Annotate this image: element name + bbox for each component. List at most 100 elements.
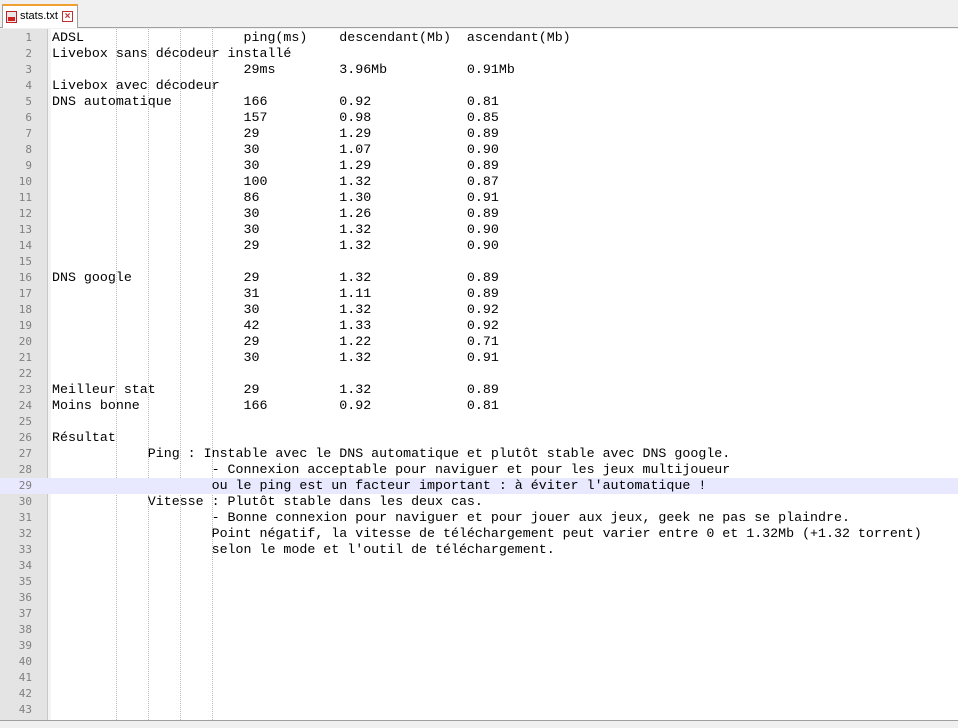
line-number: 10 [18, 175, 32, 188]
line-number: 38 [18, 623, 32, 636]
line-text: selon le mode et l'outil de téléchargeme… [52, 542, 555, 557]
line-number: 42 [18, 687, 32, 700]
editor-line[interactable]: 10 100 1.32 0.87 [0, 174, 958, 190]
editor-line[interactable]: 11 86 1.30 0.91 [0, 190, 958, 206]
editor-line[interactable]: 26 Résultat [0, 430, 958, 446]
line-number: 20 [18, 335, 32, 348]
editor-line[interactable]: 17 31 1.11 0.89 [0, 286, 958, 302]
editor-line[interactable]: 23 Meilleur stat 29 1.32 0.89 [0, 382, 958, 398]
editor-line[interactable]: 41 [0, 670, 958, 686]
line-number: 1 [25, 31, 32, 44]
editor-line[interactable]: 4 Livebox avec décodeur [0, 78, 958, 94]
line-number: 6 [25, 111, 32, 124]
editor-line[interactable]: 2 Livebox sans décodeur installé [0, 46, 958, 62]
line-number: 16 [18, 271, 32, 284]
line-number: 28 [18, 463, 32, 476]
line-text: Vitesse : Plutôt stable dans les deux ca… [52, 494, 483, 509]
editor-line[interactable]: 25 [0, 414, 958, 430]
editor-line[interactable]: 16 DNS google 29 1.32 0.89 [0, 270, 958, 286]
editor-line[interactable]: 24 Moins bonne 166 0.92 0.81 [0, 398, 958, 414]
editor-line[interactable]: 6 157 0.98 0.85 [0, 110, 958, 126]
line-number: 3 [25, 63, 32, 76]
line-number: 12 [18, 207, 32, 220]
editor-line[interactable]: 14 29 1.32 0.90 [0, 238, 958, 254]
line-text: DNS google 29 1.32 0.89 [52, 270, 499, 285]
editor-line[interactable]: 5 DNS automatique 166 0.92 0.81 [0, 94, 958, 110]
line-number: 31 [18, 511, 32, 524]
editor-line[interactable]: 20 29 1.22 0.71 [0, 334, 958, 350]
line-text: 30 1.32 0.92 [52, 302, 499, 317]
editor-line[interactable]: 29 ou le ping est un facteur important :… [0, 478, 958, 494]
editor-line[interactable]: 9 30 1.29 0.89 [0, 158, 958, 174]
editor-line[interactable]: 19 42 1.33 0.92 [0, 318, 958, 334]
editor-line[interactable]: 12 30 1.26 0.89 [0, 206, 958, 222]
line-number: 36 [18, 591, 32, 604]
editor-line[interactable]: 15 [0, 254, 958, 270]
line-number: 35 [18, 575, 32, 588]
line-text: 29 1.29 0.89 [52, 126, 499, 141]
line-number: 8 [25, 143, 32, 156]
editor-line[interactable]: 32 Point négatif, la vitesse de téléchar… [0, 526, 958, 542]
editor-line[interactable]: 39 [0, 638, 958, 654]
line-number: 9 [25, 159, 32, 172]
line-number: 11 [18, 191, 32, 204]
line-number: 14 [18, 239, 32, 252]
line-number: 17 [18, 287, 32, 300]
line-number: 34 [18, 559, 32, 572]
line-text: Livebox avec décodeur [52, 78, 220, 93]
editor-line[interactable]: 22 [0, 366, 958, 382]
line-text: Ping : Instable avec le DNS automatique … [52, 446, 731, 461]
line-number: 43 [18, 703, 32, 716]
editor-line[interactable]: 34 [0, 558, 958, 574]
line-text: 30 1.26 0.89 [52, 206, 499, 221]
line-text: 29ms 3.96Mb 0.91Mb [52, 62, 515, 77]
editor-line[interactable]: 7 29 1.29 0.89 [0, 126, 958, 142]
line-text: 30 1.32 0.91 [52, 350, 499, 365]
editor-line[interactable]: 43 [0, 702, 958, 718]
close-icon[interactable]: × [62, 11, 73, 22]
line-text: 86 1.30 0.91 [52, 190, 499, 205]
line-number: 40 [18, 655, 32, 668]
editor-line[interactable]: 36 [0, 590, 958, 606]
line-text: 30 1.07 0.90 [52, 142, 499, 157]
line-number: 26 [18, 431, 32, 444]
line-number: 15 [18, 255, 32, 268]
editor-line[interactable]: 33 selon le mode et l'outil de télécharg… [0, 542, 958, 558]
editor-line[interactable]: 1 ADSL ping(ms) descendant(Mb) ascendant(… [0, 30, 958, 46]
editor-line[interactable]: 35 [0, 574, 958, 590]
line-text: Résultat [52, 430, 116, 445]
editor-line[interactable]: 31 - Bonne connexion pour naviguer et po… [0, 510, 958, 526]
line-number: 27 [18, 447, 32, 460]
line-text: - Connexion acceptable pour naviguer et … [52, 462, 731, 477]
line-number: 29 [18, 479, 32, 492]
editor-line[interactable]: 3 29ms 3.96Mb 0.91Mb [0, 62, 958, 78]
editor-line[interactable]: 8 30 1.07 0.90 [0, 142, 958, 158]
line-text: Moins bonne 166 0.92 0.81 [52, 398, 499, 413]
editor-line[interactable]: 21 30 1.32 0.91 [0, 350, 958, 366]
line-number: 41 [18, 671, 32, 684]
text-editor[interactable]: 1 ADSL ping(ms) descendant(Mb) ascendant(… [0, 29, 958, 720]
line-number: 30 [18, 495, 32, 508]
editor-line[interactable]: 40 [0, 654, 958, 670]
editor-line[interactable]: 42 [0, 686, 958, 702]
editor-line[interactable]: 28 - Connexion acceptable pour naviguer … [0, 462, 958, 478]
editor-line[interactable]: 13 30 1.32 0.90 [0, 222, 958, 238]
editor-line[interactable]: 30 Vitesse : Plutôt stable dans les deux… [0, 494, 958, 510]
tab-label: stats.txt [20, 10, 58, 22]
tab-stats-txt[interactable]: stats.txt × [2, 4, 78, 28]
line-text: 29 1.22 0.71 [52, 334, 499, 349]
line-number: 32 [18, 527, 32, 540]
line-number: 23 [18, 383, 32, 396]
line-number: 25 [18, 415, 32, 428]
line-number: 2 [25, 47, 32, 60]
editor-line[interactable]: 18 30 1.32 0.92 [0, 302, 958, 318]
line-text: Point négatif, la vitesse de téléchargem… [52, 526, 922, 541]
file-modified-icon [6, 11, 17, 23]
editor-line[interactable]: 38 [0, 622, 958, 638]
line-text: ADSL ping(ms) descendant(Mb) ascendant(M… [52, 30, 571, 45]
line-number: 13 [18, 223, 32, 236]
line-text: 30 1.29 0.89 [52, 158, 499, 173]
editor-line[interactable]: 27 Ping : Instable avec le DNS automatiq… [0, 446, 958, 462]
line-number: 22 [18, 367, 32, 380]
editor-line[interactable]: 37 [0, 606, 958, 622]
